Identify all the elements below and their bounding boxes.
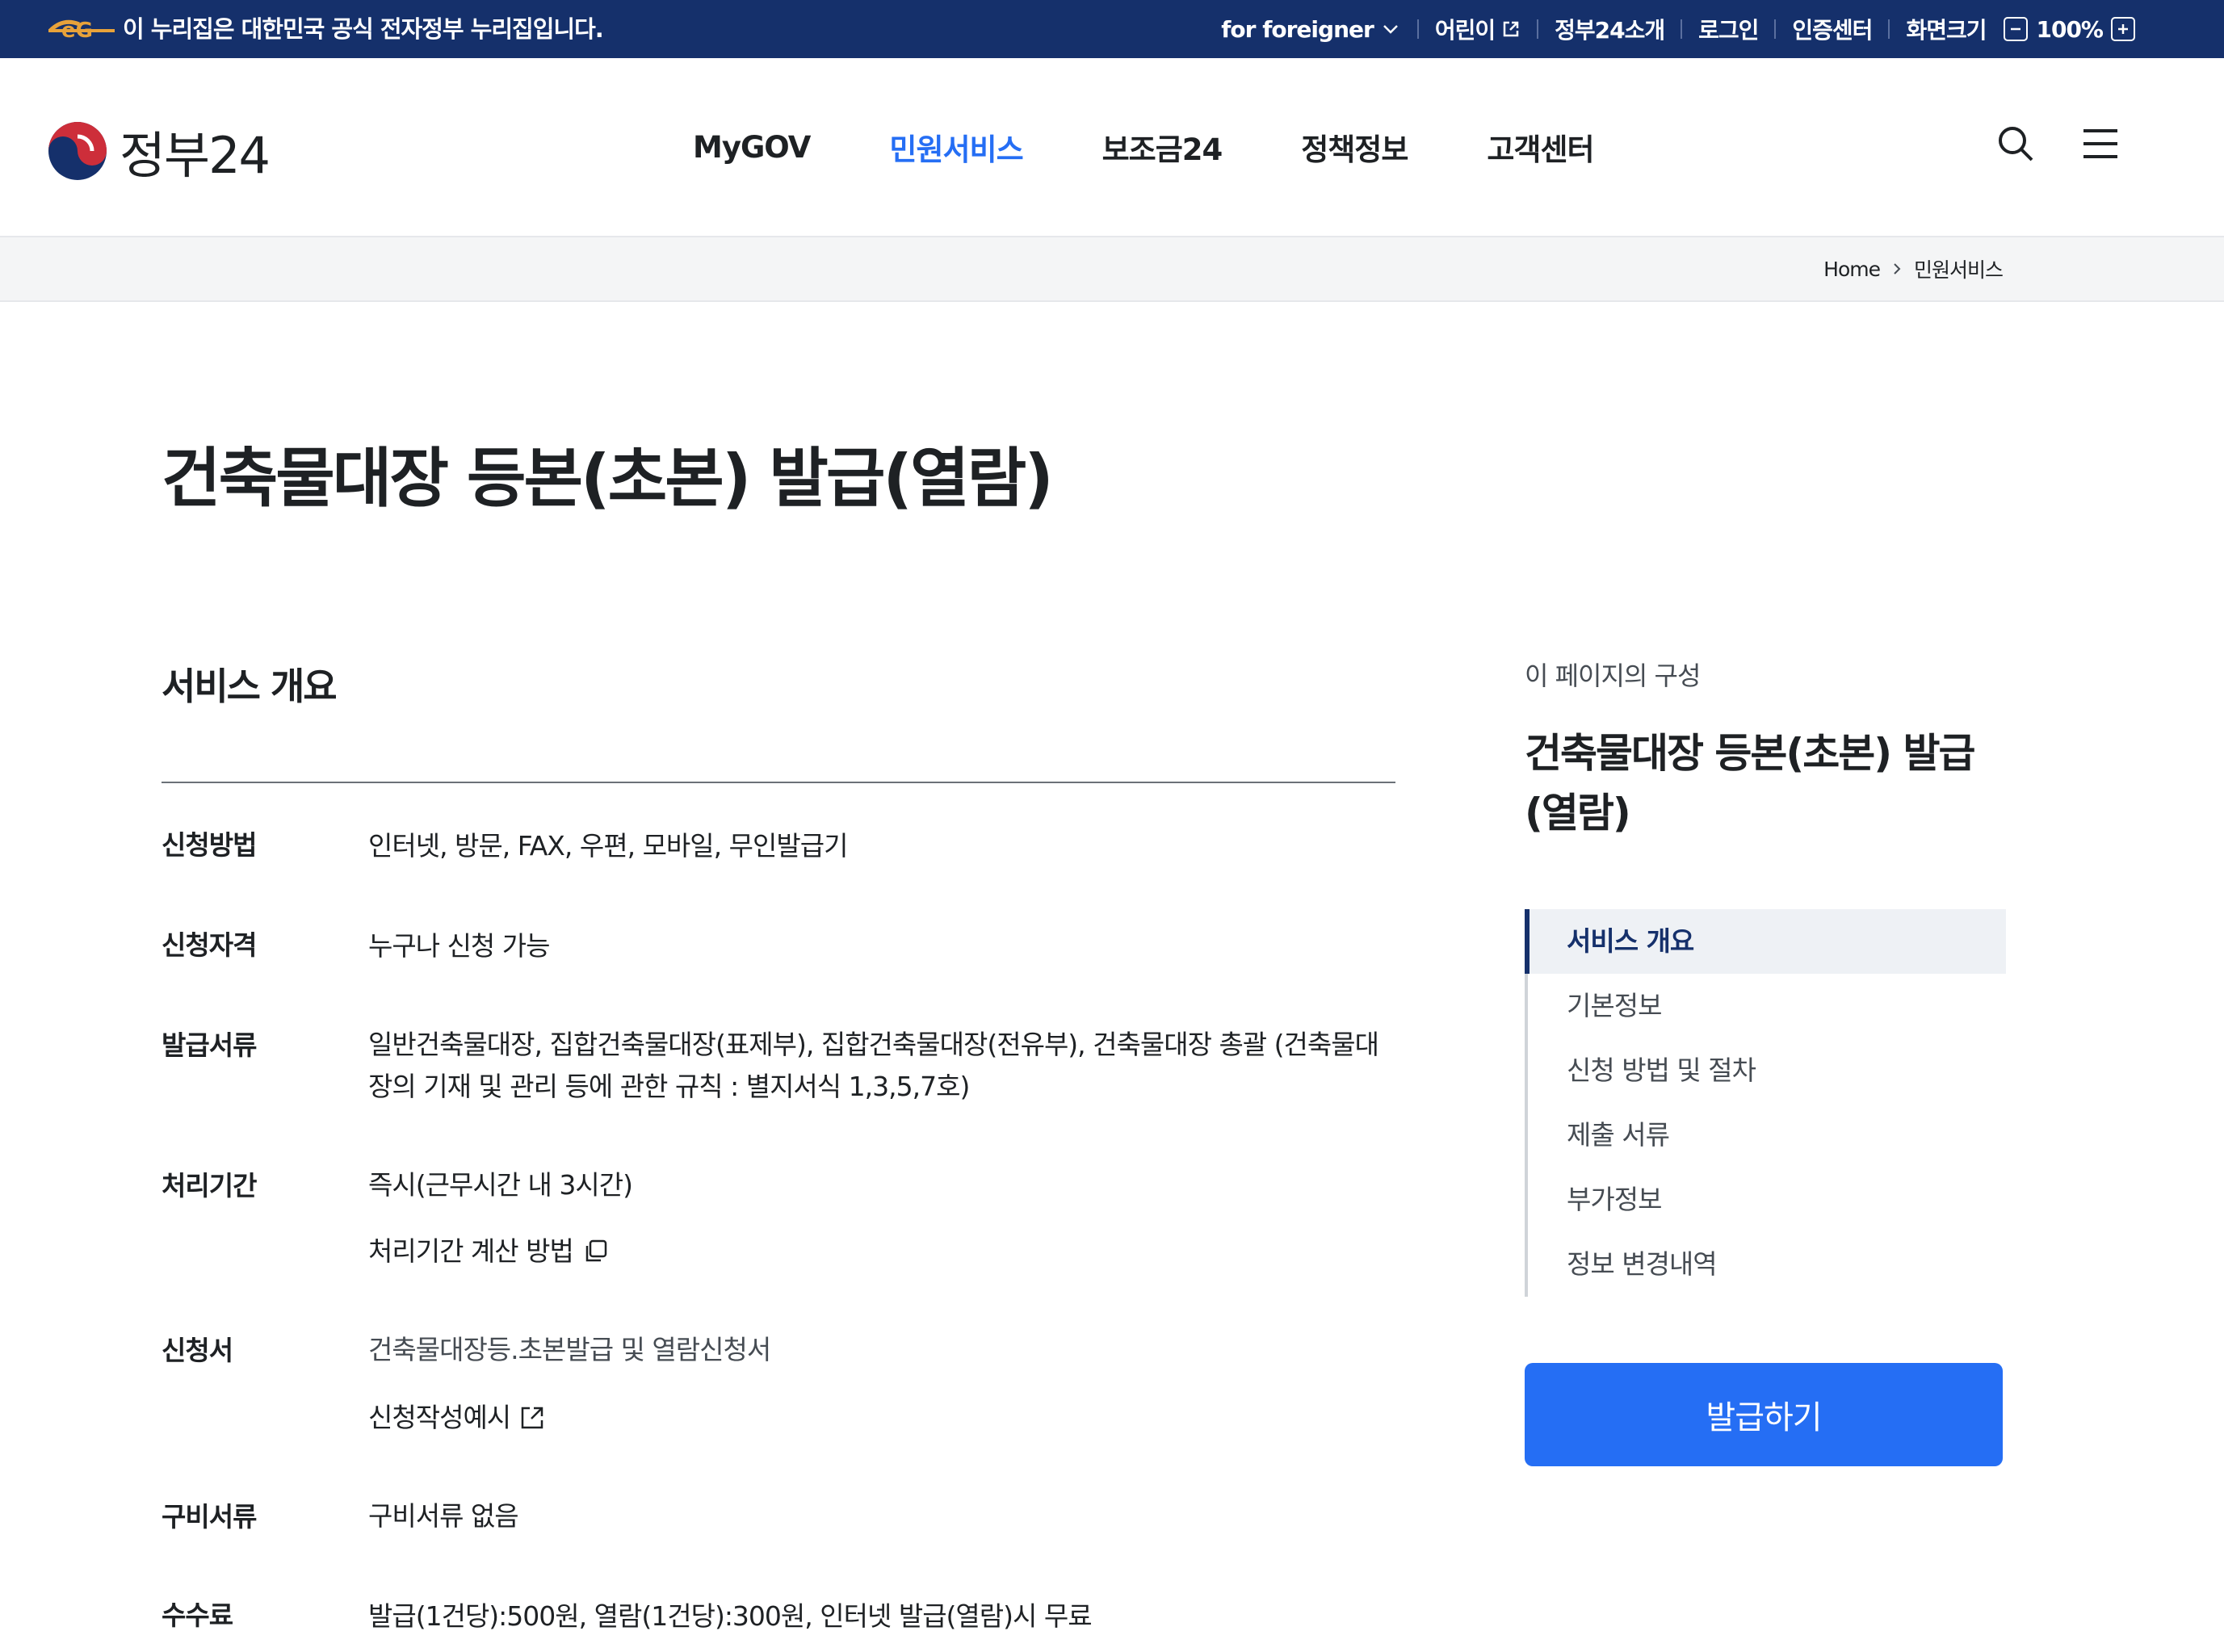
processing-calc-label: 처리기간 계산 방법: [368, 1235, 574, 1267]
cert-center-link[interactable]: 인증센터: [1792, 13, 1873, 45]
kids-label: 어린이: [1434, 17, 1496, 44]
breadcrumb: Home 민원서비스: [1823, 237, 2004, 300]
section-divider: [162, 782, 1395, 783]
kids-link[interactable]: 어린이: [1435, 13, 1521, 45]
divider: [1537, 19, 1539, 39]
form-example-label: 신청작성예시: [368, 1402, 511, 1433]
zoom-in-button[interactable]: [2111, 17, 2135, 41]
divider: [1681, 19, 1683, 39]
row-label-fee: 수수료: [162, 1600, 233, 1631]
taegeuk-logo-icon: [48, 122, 107, 180]
toc-item-change-history[interactable]: 정보 변경내역: [1528, 1232, 2006, 1297]
nav-customer-center[interactable]: 고객센터: [1487, 125, 1594, 169]
row-value-required-docs: 구비서류 없음: [368, 1500, 519, 1532]
zoom-out-button[interactable]: [2004, 17, 2029, 41]
breadcrumb-bar: Home 민원서비스: [0, 237, 2224, 302]
row-value-fee: 발급(1건당):500원, 열람(1건당):300원, 인터넷 발급(열람)시 …: [368, 1600, 1093, 1632]
utility-nav: for foreigner 어린이 정부24소개 로그인 인증센터 화면크기 1…: [1221, 0, 2135, 58]
screen-size-label: 화면크기: [1906, 17, 1987, 44]
nav-policy-info[interactable]: 정책정보: [1301, 125, 1408, 169]
form-example-link[interactable]: 신청작성예시: [368, 1397, 546, 1439]
row-label-processing: 처리기간: [162, 1170, 257, 1201]
egov-logo-icon: eG: [48, 19, 115, 43]
nav-subsidy24[interactable]: 보조금24: [1102, 125, 1223, 169]
header-actions: [1996, 124, 2119, 163]
minus-icon: [2011, 27, 2021, 31]
toc-item-overview[interactable]: 서비스 개요: [1525, 909, 2006, 974]
nav-mygov[interactable]: MyGOV: [693, 130, 811, 165]
page-title: 건축물대장 등본(초본) 발급(열람): [162, 441, 1054, 516]
foreigner-label: for foreigner: [1221, 15, 1374, 43]
divider: [1888, 19, 1890, 39]
divider: [1774, 19, 1777, 39]
search-icon[interactable]: [1996, 124, 2035, 163]
main-nav: MyGOV 민원서비스 보조금24 정책정보 고객센터: [693, 58, 1673, 236]
about-link[interactable]: 정부24소개: [1555, 13, 1665, 45]
nav-civil-service[interactable]: 민원서비스: [889, 125, 1023, 169]
breadcrumb-current[interactable]: 민원서비스: [1914, 254, 2004, 283]
row-value-processing: 즉시(근무시간 내 3시간): [368, 1169, 633, 1201]
hamburger-menu-icon[interactable]: [2082, 124, 2119, 163]
toc-caption: 이 페이지의 구성: [1525, 660, 1701, 691]
site-header: 정부24 MyGOV 민원서비스 보조금24 정책정보 고객센터: [0, 58, 2224, 237]
row-value-documents: 일반건축물대장, 집합건축물대장(표제부), 집합건축물대장(전유부), 건축물…: [368, 1029, 1379, 1102]
foreigner-link[interactable]: for foreigner: [1221, 16, 1401, 43]
gov-notice-text: 이 누리집은 대한민국 공식 전자정부 누리집입니다.: [123, 15, 604, 43]
divider: [1416, 19, 1419, 39]
row-label-form: 신청서: [162, 1335, 233, 1366]
row-value-form[interactable]: 건축물대장등.초본발급 및 열람신청서: [368, 1329, 771, 1371]
login-link[interactable]: 로그인: [1698, 13, 1759, 45]
toc-item-extra-info[interactable]: 부가정보: [1528, 1168, 2006, 1232]
zoom-level: 100%: [2036, 15, 2104, 43]
toc-page-title: 건축물대장 등본(초본) 발급(열람): [1525, 730, 1976, 836]
external-link-icon: [521, 1407, 543, 1429]
toc-item-procedure[interactable]: 신청 방법 및 절차: [1528, 1038, 2006, 1103]
row-label-documents: 발급서류: [162, 1029, 257, 1061]
processing-calc-link[interactable]: 처리기간 계산 방법: [368, 1231, 609, 1273]
chevron-right-icon: [1894, 263, 1901, 275]
row-label-eligibility: 신청자격: [162, 929, 257, 961]
brand-logo[interactable]: 정부24: [47, 115, 271, 187]
issue-button[interactable]: 발급하기: [1525, 1363, 2003, 1466]
plus-icon: [2118, 24, 2128, 34]
table-of-contents: 서비스 개요 기본정보 신청 방법 및 절차 제출 서류 부가정보 정보 변경내…: [1525, 909, 2006, 1297]
toc-item-documents[interactable]: 제출 서류: [1528, 1103, 2006, 1168]
toc-item-basic-info[interactable]: 기본정보: [1528, 974, 2006, 1038]
row-value-eligibility: 누구나 신청 가능: [368, 930, 550, 962]
copy-window-icon: [585, 1239, 607, 1262]
row-label-method: 신청방법: [162, 829, 257, 861]
section-title: 서비스 개요: [162, 665, 338, 708]
row-label-required-docs: 구비서류: [162, 1501, 257, 1533]
brand-name: 정부24: [120, 126, 271, 185]
gov-identity-bar: eG 이 누리집은 대한민국 공식 전자정부 누리집입니다. for forei…: [0, 0, 2224, 58]
external-link-icon: [1503, 21, 1519, 37]
breadcrumb-home[interactable]: Home: [1823, 258, 1881, 281]
row-value-method: 인터넷, 방문, FAX, 우편, 모바일, 무인발급기: [368, 830, 848, 862]
chevron-down-icon: [1383, 25, 1398, 34]
